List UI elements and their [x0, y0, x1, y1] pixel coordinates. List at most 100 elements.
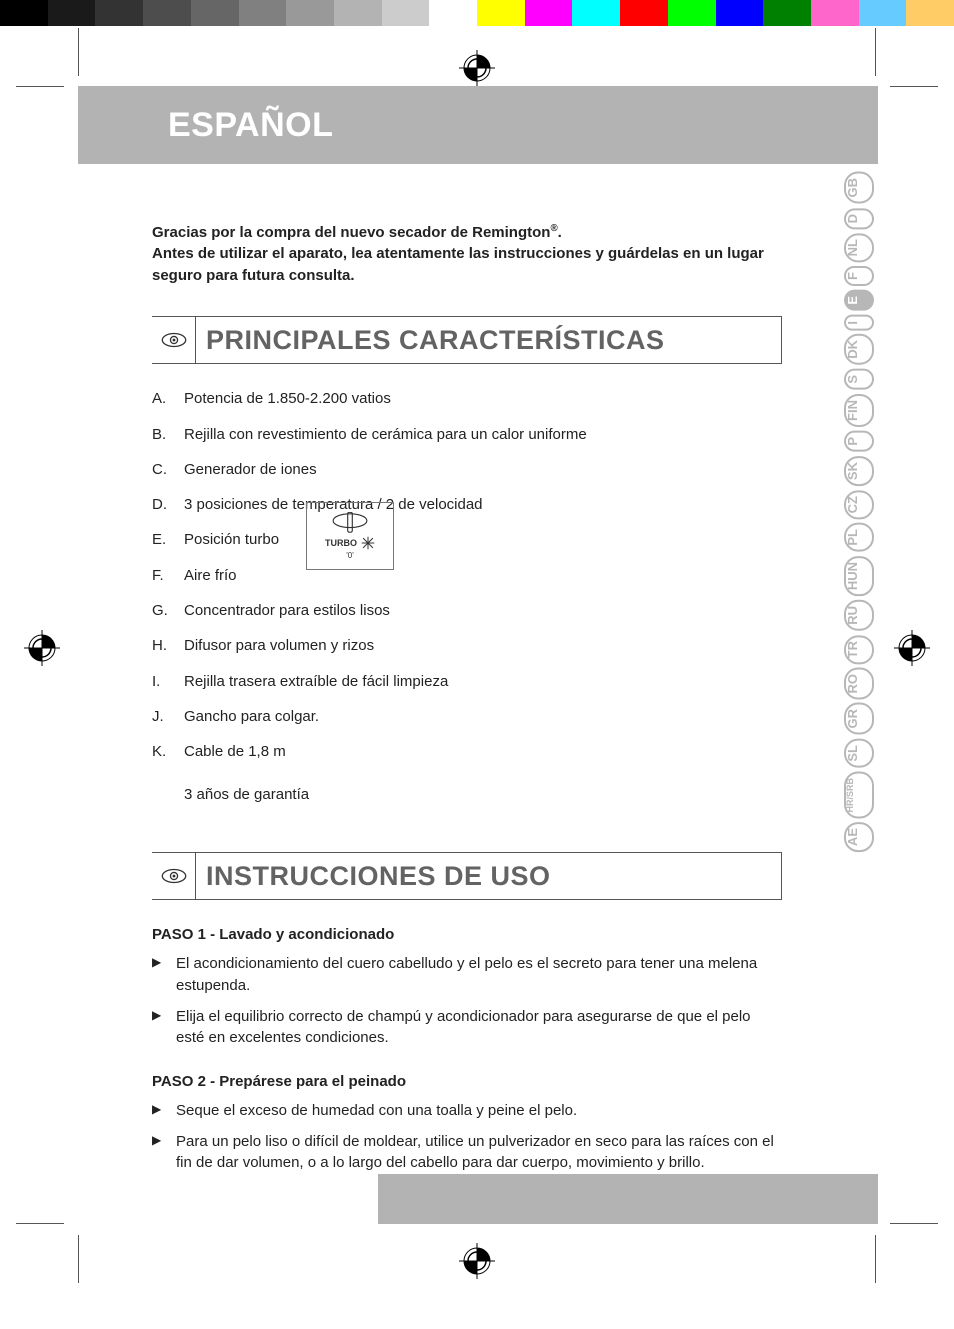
feature-label: H.	[152, 635, 170, 656]
crop-mark-icon	[875, 1235, 876, 1283]
feature-text: Generador de iones	[184, 459, 317, 480]
feature-label: I.	[152, 671, 170, 692]
lang-tab-ru[interactable]: RU	[844, 600, 874, 631]
registration-mark-icon	[459, 1243, 495, 1279]
feature-text: Rejilla con revestimiento de cerámica pa…	[184, 424, 587, 445]
lang-tab-nl[interactable]: NL	[844, 233, 874, 262]
snowflake-icon	[361, 536, 375, 550]
color-swatch	[95, 0, 143, 26]
color-swatch	[572, 0, 620, 26]
color-swatch	[620, 0, 668, 26]
color-swatch	[859, 0, 907, 26]
page-title: ESPAÑOL	[168, 106, 333, 145]
feature-text: Aire frío	[184, 565, 237, 586]
feature-label: D.	[152, 494, 170, 515]
feature-label: E.	[152, 529, 170, 550]
feature-item: G. Concentrador para estilos lisos	[152, 600, 782, 621]
color-swatch	[906, 0, 954, 26]
color-swatch	[668, 0, 716, 26]
crop-mark-icon	[890, 1223, 938, 1224]
feature-item: E. Posición turbo	[152, 529, 782, 550]
color-swatch	[477, 0, 525, 26]
lang-tab-p[interactable]: P	[844, 431, 874, 452]
feature-label: C.	[152, 459, 170, 480]
content: Gracias por la compra del nuevo secador …	[152, 222, 782, 1184]
color-swatch	[0, 0, 48, 26]
lang-tab-d[interactable]: D	[844, 208, 874, 229]
intro-line1-pre: Gracias por la compra del nuevo secador …	[152, 224, 550, 241]
color-swatch	[525, 0, 573, 26]
feature-item: K. Cable de 1,8 m	[152, 741, 782, 762]
lang-tab-dk[interactable]: DK	[844, 334, 874, 365]
color-swatch	[334, 0, 382, 26]
feature-label: J.	[152, 706, 170, 727]
section-head-features: PRINCIPALES CARACTERÍSTICAS	[152, 316, 782, 364]
lang-tab-e[interactable]: E	[844, 290, 874, 311]
turbo-switch-diagram: TURBO '0'	[306, 502, 394, 570]
crop-mark-icon	[875, 28, 876, 76]
turbo-label: TURBO	[325, 538, 357, 548]
feature-label: F.	[152, 565, 170, 586]
bullet-item: Para un pelo liso o difícil de moldear, …	[152, 1131, 782, 1174]
manual-page: ESPAÑOL GB D NL FEI DK S FIN P SK CZ PL HUN RU TR ROGR…	[78, 86, 878, 1224]
registration-mark-icon	[459, 50, 495, 86]
eye-icon	[152, 317, 196, 363]
lang-tab-i[interactable]: I	[844, 315, 874, 331]
section-title-usage: INSTRUCCIONES DE USO	[196, 853, 781, 899]
zero-label: '0'	[346, 551, 354, 560]
printer-color-bar	[0, 0, 954, 26]
lang-tab-sl[interactable]: SL	[844, 739, 874, 768]
eye-icon	[152, 853, 196, 899]
registration-mark-icon	[24, 630, 60, 666]
color-swatch	[191, 0, 239, 26]
color-swatch	[286, 0, 334, 26]
feature-text: Rejilla trasera extraíble de fácil limpi…	[184, 671, 448, 692]
lang-tab-pl[interactable]: PL	[844, 523, 874, 552]
feature-item: J. Gancho para colgar.	[152, 706, 782, 727]
feature-text: Concentrador para estilos lisos	[184, 600, 390, 621]
lang-tab-fin[interactable]: FIN	[844, 394, 874, 427]
lang-tab-cz[interactable]: CZ	[844, 490, 874, 519]
feature-text: Cable de 1,8 m	[184, 741, 286, 762]
lang-tab-gr[interactable]: GR	[844, 703, 874, 735]
lang-tab-s[interactable]: S	[844, 369, 874, 390]
language-rail: GB D NL FEI DK S FIN P SK CZ PL HUN RU TR ROGR SL HR/SRB…	[844, 172, 874, 852]
feature-item: C. Generador de iones	[152, 459, 782, 480]
crop-mark-icon	[78, 1235, 79, 1283]
feature-text: Gancho para colgar.	[184, 706, 319, 727]
bullet-item: Seque el exceso de humedad con una toall…	[152, 1100, 782, 1121]
feature-label: B.	[152, 424, 170, 445]
footer-bar	[378, 1174, 878, 1224]
lang-tab-tr[interactable]: TR	[844, 635, 874, 664]
feature-item: A.Potencia de 1.850-2.200 vatios	[152, 388, 782, 409]
step1-bullets: El acondicionamiento del cuero cabelludo…	[152, 953, 782, 1048]
crop-mark-icon	[16, 1223, 64, 1224]
feature-text: Difusor para volumen y rizos	[184, 635, 374, 656]
feature-label: G.	[152, 600, 170, 621]
feature-text: Posición turbo	[184, 529, 279, 550]
step2-title: PASO 2 - Prepárese para el peinado	[152, 1071, 782, 1092]
feature-item: H. Difusor para volumen y rizos	[152, 635, 782, 656]
lang-tab-ro[interactable]: RO	[844, 668, 874, 700]
color-swatch	[763, 0, 811, 26]
color-swatch	[48, 0, 96, 26]
lang-tab-gb[interactable]: GB	[844, 172, 874, 204]
color-swatch	[382, 0, 430, 26]
lang-tab-ae[interactable]: AE	[844, 822, 874, 852]
lang-tab-hrsrb[interactable]: HR/SRB	[844, 772, 874, 819]
color-swatch	[143, 0, 191, 26]
color-swatch	[429, 0, 477, 26]
feature-item: F. Aire frío	[152, 565, 782, 586]
lang-tab-f[interactable]: F	[844, 266, 874, 286]
feature-label: K.	[152, 741, 170, 762]
lang-tab-sk[interactable]: SK	[844, 456, 874, 486]
lang-tab-hun[interactable]: HUN	[844, 556, 874, 596]
bullet-item: Elija el equilibrio correcto de champú y…	[152, 1006, 782, 1049]
warranty-text: 3 años de garantía	[184, 784, 782, 805]
step2-bullets: Seque el exceso de humedad con una toall…	[152, 1100, 782, 1174]
feature-item: D.3 posiciones de temperatura / 2 de vel…	[152, 494, 782, 515]
color-swatch	[811, 0, 859, 26]
header-band: ESPAÑOL	[78, 86, 878, 164]
crop-mark-icon	[890, 86, 938, 87]
registration-mark-icon	[894, 630, 930, 666]
